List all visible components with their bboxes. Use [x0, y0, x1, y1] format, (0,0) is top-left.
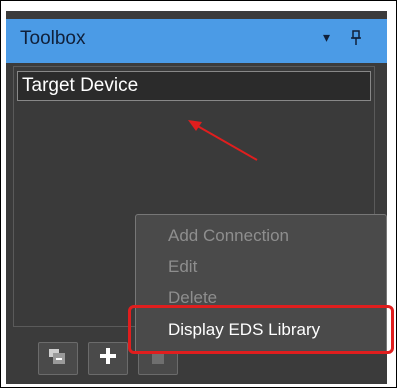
tree-item-target-device[interactable]: Target Device — [17, 71, 371, 101]
pin-icon[interactable] — [350, 30, 362, 48]
toolbox-title: Toolbox — [20, 28, 86, 49]
add-button[interactable] — [88, 342, 128, 375]
dropdown-icon[interactable]: ▾ — [323, 30, 330, 44]
menu-item-edit[interactable]: Edit — [168, 257, 197, 277]
annotation-arrow — [188, 120, 258, 161]
annotation-highlight-box — [128, 305, 394, 354]
add-folder-button[interactable] — [38, 342, 78, 375]
plus-icon — [99, 347, 117, 370]
add-folder-icon — [47, 346, 69, 371]
menu-item-add-connection[interactable]: Add Connection — [168, 226, 289, 246]
